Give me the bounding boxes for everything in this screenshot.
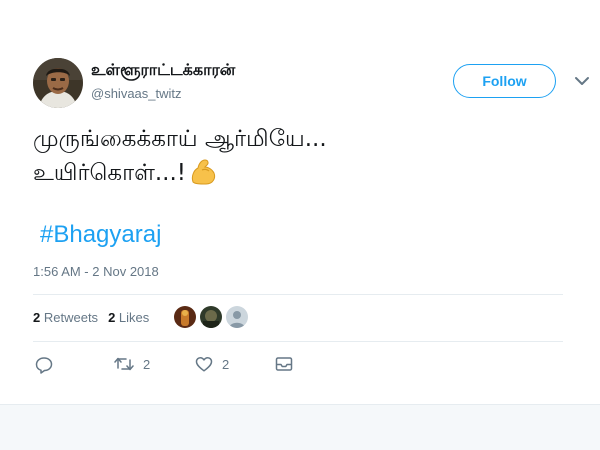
message-icon <box>275 356 293 372</box>
hashtag-link[interactable]: #Bhagyaraj <box>40 221 161 249</box>
reply-button[interactable] <box>35 356 62 374</box>
tweet-card: உள்ளூராட்டக்காரன் @shivaas_twitz Follow … <box>0 0 600 404</box>
likes-stat[interactable]: 2 Likes <box>108 310 149 325</box>
tweet-text-line-2: உயிர்கொள்...! <box>33 156 573 197</box>
divider <box>33 294 563 295</box>
liker-avatar[interactable] <box>226 306 248 328</box>
retweets-stat[interactable]: 2 Retweets <box>33 310 98 325</box>
like-icon <box>195 356 213 372</box>
avatar-image <box>33 58 83 108</box>
user-handle[interactable]: @shivaas_twitz <box>91 86 182 101</box>
tweet-text-line-2-content: உயிர்கொள்...! <box>33 160 187 186</box>
flexed-biceps-icon <box>188 157 218 197</box>
liker-avatars <box>174 306 248 328</box>
liker-avatar[interactable] <box>200 306 222 328</box>
tweet-text: முருங்கைக்காய் ஆர்மியே... உயிர்கொள்...! <box>33 122 573 197</box>
retweet-button[interactable]: 2 <box>114 356 150 372</box>
engagement-stats: 2 Retweets 2 Likes <box>33 310 149 325</box>
liker-avatar[interactable] <box>174 306 196 328</box>
message-button[interactable] <box>275 356 293 372</box>
retweet-count: 2 <box>143 356 151 372</box>
footer-band <box>0 404 600 450</box>
likes-label: Likes <box>118 310 150 325</box>
follow-button[interactable]: Follow <box>453 64 556 98</box>
timestamp[interactable]: 1:56 AM - 2 Nov 2018 <box>33 264 159 279</box>
retweet-icon <box>114 356 134 372</box>
avatar[interactable] <box>33 58 83 108</box>
like-count: 2 <box>222 356 230 372</box>
display-name[interactable]: உள்ளூராட்டக்காரன் <box>91 60 235 81</box>
reply-icon <box>35 356 53 374</box>
divider <box>33 341 563 342</box>
tweet-text-line-1: முருங்கைக்காய் ஆர்மியே... <box>33 126 327 152</box>
likes-count: 2 <box>108 310 116 325</box>
like-button[interactable]: 2 <box>195 356 229 372</box>
retweets-label: Retweets <box>43 310 99 325</box>
chevron-down-icon[interactable] <box>574 74 590 88</box>
retweets-count: 2 <box>33 310 41 325</box>
page: உள்ளூராட்டக்காரன் @shivaas_twitz Follow … <box>0 0 600 450</box>
